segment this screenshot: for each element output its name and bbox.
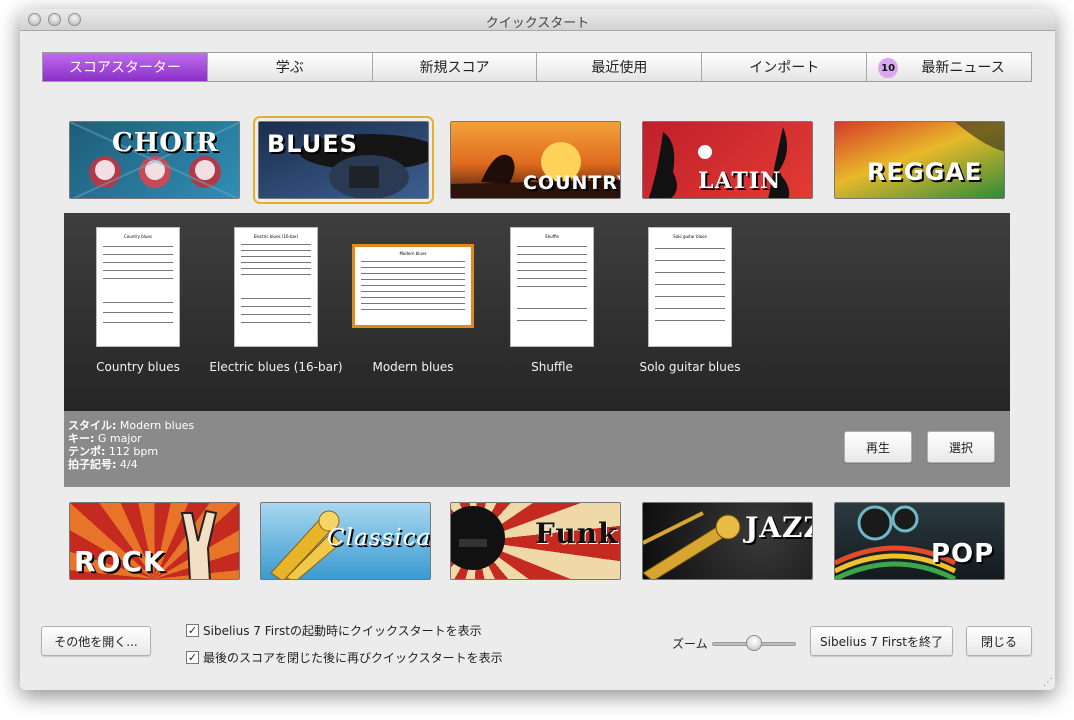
- tab-score-starter[interactable]: スコアスターター: [43, 53, 208, 81]
- template-info-panel: スタイル: Modern blues キー: G major テンポ: 112 …: [64, 411, 1010, 487]
- template-thumb-electric-blues[interactable]: Electric blues (16-bar): [234, 227, 318, 347]
- template-caption: Electric blues (16-bar): [209, 360, 343, 374]
- select-button[interactable]: 選択: [927, 431, 995, 463]
- template-thumb-shuffle[interactable]: Shuffle: [510, 227, 594, 347]
- play-button[interactable]: 再生: [844, 431, 912, 463]
- template-caption: Country blues: [96, 360, 180, 374]
- genre-classical-label: Classical: [327, 525, 431, 551]
- quit-sibelius-button[interactable]: Sibelius 7 Firstを終了: [810, 626, 953, 656]
- genre-blues[interactable]: BLUES: [253, 116, 434, 204]
- show-on-startup-checkbox[interactable]: ✓: [186, 624, 199, 637]
- zoom-label: ズーム: [672, 637, 708, 651]
- news-count-badge: 10: [878, 58, 899, 78]
- genre-latin[interactable]: LATIN: [642, 121, 813, 199]
- show-after-close-label: 最後のスコアを閉じた後に再びクイックスタートを表示: [203, 651, 503, 665]
- template-caption: Modern blues: [372, 360, 454, 374]
- template-sheet-title: Modern blues: [399, 251, 427, 256]
- genre-jazz-label: JAZZ: [745, 511, 812, 544]
- template-sheet-title: Shuffle: [545, 234, 559, 239]
- genre-classical[interactable]: Classical: [260, 502, 431, 580]
- tab-latest-news-label: 最新ニュース: [921, 60, 1005, 76]
- tab-bar: スコアスターター 学ぶ 新規スコア 最近使用 インポート 10 最新ニュース: [42, 52, 1032, 82]
- template-sheet-title: Solo guitar blues: [673, 234, 707, 239]
- show-after-close-checkbox[interactable]: ✓: [186, 651, 199, 664]
- genre-blues-label: BLUES: [267, 130, 358, 158]
- template-sheet-title: Electric blues (16-bar): [253, 234, 299, 239]
- title-bar: クイックスタート: [20, 9, 1055, 31]
- genre-funk[interactable]: Funk: [450, 502, 621, 580]
- info-time-signature: 拍子記号: 4/4: [68, 456, 138, 472]
- quickstart-window: クイックスタート スコアスターター 学ぶ 新規スコア 最近使用 インポート 10…: [20, 9, 1055, 690]
- genre-pop-label: POP: [931, 539, 995, 569]
- close-button[interactable]: 閉じる: [966, 626, 1032, 656]
- genre-choir-label: CHOIR: [112, 128, 219, 158]
- info-time-value: 4/4: [119, 458, 138, 471]
- genre-rock-label: ROCK: [74, 545, 166, 578]
- template-gallery: Country blues Country blues Electric blu…: [64, 213, 1010, 411]
- genre-latin-label: LATIN: [698, 168, 782, 194]
- template-thumb-country-blues[interactable]: Country blues: [96, 227, 180, 347]
- tab-new-score[interactable]: 新規スコア: [373, 53, 538, 81]
- template-thumb-modern-blues[interactable]: Modern blues: [352, 244, 474, 328]
- genre-rock[interactable]: ROCK: [69, 502, 240, 580]
- template-caption: Shuffle: [531, 360, 573, 374]
- show-after-close-option[interactable]: ✓ 最後のスコアを閉じた後に再びクイックスタートを表示: [186, 649, 503, 666]
- genre-country-label: COUNTRY: [523, 172, 621, 194]
- template-sheet-title: Country blues: [124, 234, 152, 239]
- genre-reggae[interactable]: REGGAE: [834, 121, 1005, 199]
- genre-choir[interactable]: CHOIR: [69, 121, 240, 199]
- tab-latest-news[interactable]: 10 最新ニュース: [867, 53, 1031, 81]
- template-thumb-solo-guitar-blues[interactable]: Solo guitar blues: [648, 227, 732, 347]
- genre-reggae-label: REGGAE: [867, 158, 983, 186]
- template-caption: Solo guitar blues: [639, 360, 741, 374]
- genre-jazz[interactable]: JAZZ: [642, 502, 813, 580]
- zoom-slider-knob[interactable]: [746, 635, 762, 651]
- open-other-button[interactable]: その他を開く...: [41, 626, 151, 656]
- resize-grip-icon[interactable]: ⋰: [1043, 677, 1053, 688]
- tab-recent[interactable]: 最近使用: [537, 53, 703, 81]
- tab-learn[interactable]: 学ぶ: [208, 53, 373, 81]
- tab-import[interactable]: インポート: [702, 53, 868, 81]
- genre-funk-label: Funk: [535, 517, 619, 550]
- genre-pop[interactable]: POP: [834, 502, 1005, 580]
- show-on-startup-option[interactable]: ✓ Sibelius 7 Firstの起動時にクイックスタートを表示: [186, 622, 482, 639]
- window-title: クイックスタート: [485, 16, 590, 31]
- info-time-label: 拍子記号:: [68, 458, 117, 471]
- genre-country[interactable]: COUNTRY: [450, 121, 621, 199]
- show-on-startup-label: Sibelius 7 Firstの起動時にクイックスタートを表示: [203, 624, 482, 638]
